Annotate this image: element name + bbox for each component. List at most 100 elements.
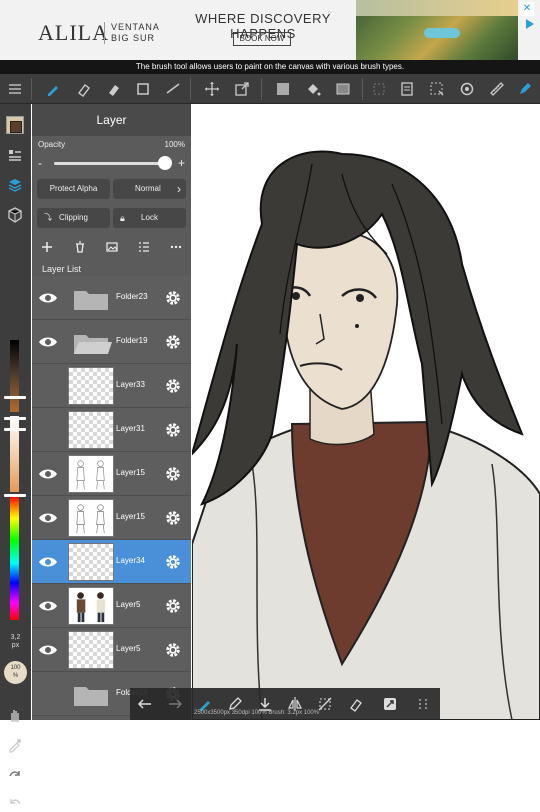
layer-row[interactable]: Layer33 xyxy=(32,364,191,408)
transform-icon[interactable] xyxy=(227,74,257,104)
opacity-slider[interactable] xyxy=(54,162,166,165)
layer-panel-title: Layer xyxy=(32,104,191,136)
layer-actions-row xyxy=(32,237,191,257)
menu-icon[interactable] xyxy=(0,74,30,104)
fullscreen-icon[interactable] xyxy=(375,688,405,720)
opacity-plus-button[interactable]: + xyxy=(178,157,185,169)
layer-row[interactable]: Layer5 xyxy=(32,584,191,628)
layer-thumbnail xyxy=(68,543,114,581)
eraser-icon[interactable] xyxy=(68,74,98,104)
blend-mode-value: Normal xyxy=(135,184,161,193)
protect-alpha-button[interactable]: Protect Alpha xyxy=(37,179,110,199)
layer-list-label: Layer List xyxy=(42,264,82,274)
layer-list-view-icon[interactable] xyxy=(134,237,154,257)
eye-icon[interactable] xyxy=(37,552,59,572)
gear-icon[interactable] xyxy=(163,640,183,660)
rectangle-icon[interactable] xyxy=(128,74,158,104)
opacity-minus-button[interactable]: - xyxy=(38,157,42,169)
brush-opacity-badge[interactable]: 100 % xyxy=(4,661,27,684)
secondary-color-swatch[interactable] xyxy=(10,121,22,133)
redo-arrow-icon[interactable] xyxy=(160,688,190,720)
artwork-illustration xyxy=(192,150,540,720)
hue-slider[interactable] xyxy=(10,496,19,620)
canvas-status-text: 2500x3500px 350dpi 100% Brush: 3.2px 100… xyxy=(194,710,320,716)
gear-icon[interactable] xyxy=(163,508,183,528)
ad-subtitle-line1: VENTANA xyxy=(111,22,160,32)
layers-icon[interactable] xyxy=(4,174,26,196)
layer-row[interactable]: Layer15 xyxy=(32,452,191,496)
clipping-button[interactable]: ⤵ Clipping xyxy=(37,208,110,228)
eyedropper-icon[interactable] xyxy=(4,734,26,756)
check-icon[interactable] xyxy=(158,74,188,104)
layers-page-icon[interactable] xyxy=(392,74,422,104)
layer-row[interactable]: Layer5 xyxy=(32,628,191,672)
drawing-canvas[interactable] xyxy=(192,104,540,720)
ad-close-icon[interactable]: ✕ xyxy=(520,2,534,16)
delete-layer-icon[interactable] xyxy=(70,237,90,257)
eye-icon[interactable] xyxy=(37,596,59,616)
gear-icon[interactable] xyxy=(163,552,183,572)
layer-row[interactable]: Layer31 xyxy=(32,408,191,452)
undo-icon[interactable] xyxy=(4,790,26,812)
left-tool-strip: 3,2 px 100 % xyxy=(0,104,31,805)
gradient-icon[interactable] xyxy=(328,74,358,104)
ad-brand-logo: ALILA xyxy=(38,20,109,45)
more-options-icon[interactable] xyxy=(166,237,186,257)
eraser-quick-icon[interactable] xyxy=(340,688,370,720)
layer-row[interactable]: Folder23 xyxy=(32,276,191,320)
undo-arrow-icon[interactable] xyxy=(130,688,160,720)
eye-icon[interactable] xyxy=(37,464,59,484)
rotate-icon[interactable] xyxy=(452,74,482,104)
gear-icon[interactable] xyxy=(163,596,183,616)
eye-icon[interactable] xyxy=(37,640,59,660)
clipping-icon: ⤵ xyxy=(44,213,52,222)
gear-icon[interactable] xyxy=(163,376,183,396)
folder-icon xyxy=(68,675,114,713)
gear-icon[interactable] xyxy=(163,420,183,440)
layer-row[interactable]: Layer15 xyxy=(32,496,191,540)
ad-subtitle: VENTANA BIG SUR xyxy=(104,22,160,44)
brush-icon[interactable] xyxy=(38,74,68,104)
hand-icon[interactable] xyxy=(4,704,26,726)
layer-row[interactable]: Folder19 xyxy=(32,320,191,364)
eye-icon[interactable] xyxy=(37,508,59,528)
layer-thumbnail xyxy=(68,367,114,405)
layer-list-icon[interactable] xyxy=(4,144,26,166)
brush-size-knob[interactable] xyxy=(4,396,26,399)
ad-book-now-button[interactable]: BOOK NOW xyxy=(233,32,291,46)
layer-name: Layer15 xyxy=(116,468,145,477)
lock-button[interactable]: 🔒︎ Lock xyxy=(113,208,186,228)
ad-choices-icon[interactable] xyxy=(526,19,534,29)
layer-name: Layer33 xyxy=(116,380,145,389)
gear-icon[interactable] xyxy=(163,332,183,352)
select-lasso-icon[interactable] xyxy=(422,74,452,104)
blend-mode-select[interactable]: Normal › xyxy=(113,179,186,199)
brush-size-slider[interactable] xyxy=(10,340,19,412)
pen-active-icon[interactable] xyxy=(510,74,540,104)
eye-icon[interactable] xyxy=(37,288,59,308)
gear-icon[interactable] xyxy=(163,288,183,308)
brush-opacity-knob-2[interactable] xyxy=(4,428,26,431)
layer-row-selected[interactable]: Layer34 xyxy=(32,540,191,584)
move-icon[interactable] xyxy=(197,74,227,104)
ad-subtitle-line2: BIG SUR xyxy=(111,33,156,43)
gear-icon[interactable] xyxy=(163,464,183,484)
add-layer-icon[interactable] xyxy=(37,237,57,257)
ad-banner[interactable]: ALILA VENTANA BIG SUR WHERE DISCOVERY HA… xyxy=(0,0,540,60)
select-rect-icon[interactable] xyxy=(364,74,394,104)
brush-opacity-knob[interactable] xyxy=(4,417,26,420)
layer-thumbnail xyxy=(68,631,114,669)
grid-menu-icon[interactable] xyxy=(408,688,438,720)
lasso-eraser-icon[interactable] xyxy=(98,74,128,104)
bucket-icon[interactable] xyxy=(298,74,328,104)
fill-square-icon[interactable] xyxy=(268,74,298,104)
redo-icon[interactable] xyxy=(4,762,26,784)
materials-icon[interactable] xyxy=(4,204,26,226)
bottom-bar: 2500x3500px 350dpi 100% Brush: 3.2px 100… xyxy=(130,688,440,720)
eye-icon[interactable] xyxy=(37,332,59,352)
opacity-slider-thumb[interactable] xyxy=(158,156,172,170)
ruler-icon[interactable] xyxy=(482,74,512,104)
hue-knob[interactable] xyxy=(4,494,26,497)
layer-image-icon[interactable] xyxy=(102,237,122,257)
chevron-right-icon: › xyxy=(177,182,181,196)
